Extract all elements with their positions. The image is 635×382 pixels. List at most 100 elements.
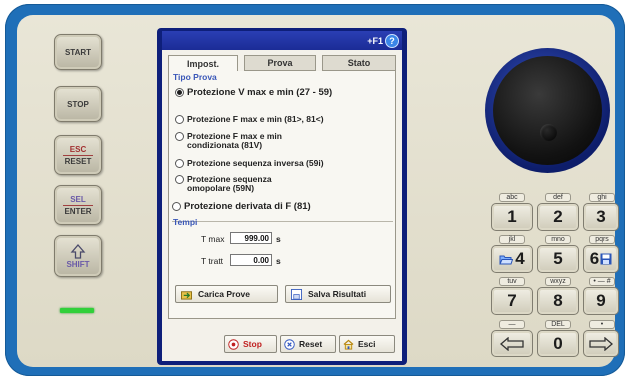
key-3[interactable]: ghi 3: [583, 193, 619, 233]
tratt-input[interactable]: 0.00: [230, 254, 272, 266]
sel-label: SEL: [70, 194, 86, 204]
tempi-title: Tempi: [173, 217, 198, 227]
key-digit: 7: [491, 287, 533, 315]
key-4-face: 4: [491, 245, 533, 273]
key-cap-label: wxyz: [545, 277, 571, 286]
key-right-face: [583, 330, 619, 357]
open-folder-icon: [499, 255, 514, 264]
radio-label: Protezione sequenza inversa (59i): [187, 158, 324, 168]
tab-impost[interactable]: Impost.: [168, 55, 238, 72]
stop-button-label: Stop: [243, 339, 262, 349]
radio-icon: [175, 132, 184, 141]
key-digit: 2: [537, 203, 579, 231]
help-button[interactable]: +F1 ?: [365, 33, 399, 48]
key-cap-label: ghi: [589, 193, 615, 202]
key-digit: 5: [537, 245, 579, 273]
touch-screen: +F1 ? Impost. Prova Stato Tipo Prova Pro…: [162, 31, 402, 361]
radio-label: Protezione F max e min (81>, 81<): [187, 114, 324, 124]
reset-button-label: Reset: [299, 339, 323, 349]
key-left-arrow[interactable]: —: [491, 320, 533, 358]
key-0[interactable]: DEL 0: [537, 320, 579, 358]
title-bar: +F1 ?: [162, 31, 402, 50]
right-arrow-icon: [589, 336, 613, 351]
key-5[interactable]: mno 5: [537, 235, 579, 275]
key-digit: 8: [537, 287, 579, 315]
radio-v-max-min[interactable]: Protezione V max e min (27 - 59): [175, 88, 332, 97]
stop-circle-icon: [228, 338, 239, 350]
rotary-knob[interactable]: [493, 56, 602, 165]
key-1[interactable]: abc 1: [491, 193, 533, 233]
start-button[interactable]: START: [54, 34, 102, 70]
key-cap-label: —: [499, 320, 525, 329]
save-disk-icon: [291, 288, 302, 300]
tratt-label: T tratt: [201, 256, 224, 266]
radio-label: Protezione sequenza omopolare (59N): [187, 174, 272, 193]
stop-label: STOP: [67, 99, 89, 109]
tmax-input[interactable]: 999.00: [230, 232, 272, 244]
tipo-prova-title: Tipo Prova: [173, 72, 217, 82]
save-disk-icon: [600, 253, 612, 265]
key-4[interactable]: jkl 4: [491, 235, 533, 275]
stop-button[interactable]: Stop: [224, 335, 277, 353]
radio-sequenza-inversa[interactable]: Protezione sequenza inversa (59i): [175, 159, 324, 168]
impost-panel: Tipo Prova Protezione V max e min (27 - …: [168, 71, 396, 319]
key-digit: 4: [515, 249, 525, 268]
knob-finger-dimple: [540, 124, 557, 141]
key-right-arrow[interactable]: •: [583, 320, 619, 358]
key-8[interactable]: wxyz 8: [537, 277, 579, 317]
esci-button[interactable]: Esci: [339, 335, 395, 353]
key-cap-label: •: [589, 320, 615, 329]
sel-enter-button[interactable]: SEL ENTER: [54, 185, 102, 225]
esc-reset-button[interactable]: ESC RESET: [54, 135, 102, 175]
tratt-unit: s: [276, 256, 281, 266]
key-cap-label: • — #: [589, 277, 615, 286]
radio-sequenza-omopolare[interactable]: Protezione sequenza omopolare (59N): [175, 175, 272, 193]
key-divider: [63, 154, 93, 156]
shift-label: SHIFT: [66, 259, 90, 269]
key-left-face: [491, 330, 533, 357]
help-icon: ?: [385, 33, 399, 48]
key-2[interactable]: def 2: [537, 193, 579, 233]
reset-button[interactable]: Reset: [280, 335, 336, 353]
radio-label: Protezione V max e min (27 - 59): [187, 87, 333, 98]
f1-label: +F1: [367, 35, 383, 46]
enter-label: ENTER: [64, 206, 92, 216]
carica-prove-label: Carica Prove: [198, 289, 250, 299]
start-label: START: [64, 47, 92, 57]
carica-prove-button[interactable]: Carica Prove: [175, 285, 278, 303]
radio-derivata-f[interactable]: Protezione derivata di F (81): [172, 202, 311, 211]
key-cap-label: jkl: [499, 235, 525, 244]
salva-risultati-label: Salva Risultati: [308, 289, 367, 299]
key-9[interactable]: • — # 9: [583, 277, 619, 317]
key-cap-label: pqrs: [589, 235, 615, 244]
key-cap-label: DEL: [545, 320, 571, 329]
tab-stato[interactable]: Stato: [322, 55, 396, 71]
key-digit: 9: [583, 287, 619, 315]
key-divider: [63, 204, 93, 206]
key-digit: 1: [491, 203, 533, 231]
salva-risultati-button[interactable]: Salva Risultati: [285, 285, 391, 303]
left-arrow-icon: [500, 336, 524, 351]
key-6-face: 6: [583, 245, 619, 273]
key-7[interactable]: tuv 7: [491, 277, 533, 317]
tmax-unit: s: [276, 234, 281, 244]
tab-bar: Impost. Prova Stato: [168, 55, 396, 72]
radio-f-max-min[interactable]: Protezione F max e min (81>, 81<): [175, 115, 324, 124]
radio-selected-icon: [175, 88, 184, 97]
radio-f-condizionata[interactable]: Protezione F max e min condizionata (81V…: [175, 132, 282, 150]
tab-prova[interactable]: Prova: [244, 55, 316, 71]
radio-icon: [175, 115, 184, 124]
key-digit: 3: [583, 203, 619, 231]
stop-hard-button[interactable]: STOP: [54, 86, 102, 122]
key-cap-label: mno: [545, 235, 571, 244]
radio-icon: [175, 159, 184, 168]
esci-button-label: Esci: [358, 339, 376, 349]
radio-label: Protezione derivata di F (81): [184, 201, 311, 212]
reset-label: RESET: [64, 156, 92, 166]
radio-label: Protezione F max e min condizionata (81V…: [187, 131, 282, 150]
radio-icon: [172, 202, 181, 211]
shift-button[interactable]: SHIFT: [54, 235, 102, 277]
shift-up-arrow-icon: [70, 243, 86, 259]
key-cap-label: tuv: [499, 277, 525, 286]
key-6[interactable]: pqrs 6: [583, 235, 619, 275]
